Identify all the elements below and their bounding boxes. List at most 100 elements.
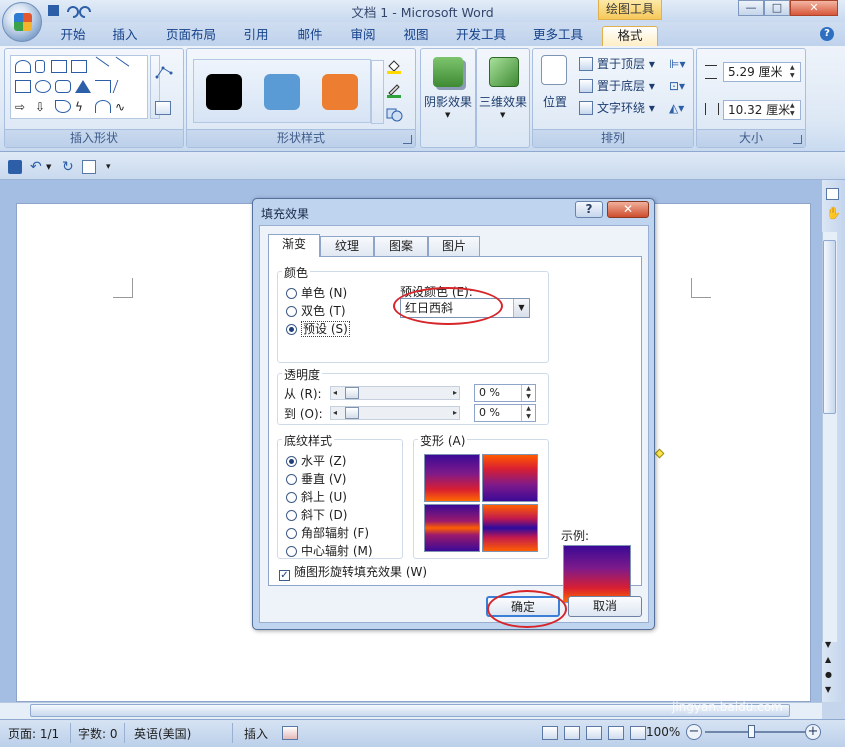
variant-1[interactable] <box>424 454 480 502</box>
word-count[interactable]: 字数: 0 <box>78 725 118 742</box>
shape-height-input[interactable]: 5.29 厘米 ▲ ▼ <box>723 62 801 82</box>
tab-texture[interactable]: 纹理 <box>320 236 374 256</box>
dialog-help-button[interactable]: ? <box>575 201 603 218</box>
tab-page-layout[interactable]: 页面布局 <box>160 26 222 46</box>
zoom-level[interactable]: 100% <box>646 725 680 739</box>
position-button[interactable]: 位置 <box>537 93 573 110</box>
shape-fill-icon[interactable] <box>385 57 403 75</box>
scroll-down-arrow-icon[interactable]: ▼ <box>825 640 831 649</box>
page-count[interactable]: 页面: 1/1 <box>8 725 59 742</box>
style-gallery-scroll[interactable] <box>371 60 384 124</box>
outline-view-icon[interactable] <box>608 726 624 740</box>
elbow-connector-icon[interactable] <box>95 80 111 93</box>
change-shape-icon[interactable] <box>385 105 403 123</box>
radio-two-colors[interactable]: 双色 (T) <box>286 302 346 319</box>
tab-developer[interactable]: 开发工具 <box>450 26 512 46</box>
align-icon[interactable]: ⊫▾ <box>669 57 685 71</box>
tab-more-tools[interactable]: 更多工具 <box>528 26 588 46</box>
curve-shape-icon[interactable]: ∿ <box>115 100 131 114</box>
save-icon[interactable] <box>8 160 22 174</box>
oval-shape-icon[interactable] <box>35 80 51 93</box>
tab-home[interactable]: 开始 <box>56 26 90 46</box>
can-shape-icon[interactable] <box>35 60 45 73</box>
ruler-toggle-icon[interactable] <box>826 188 839 200</box>
rotate-with-shape-checkbox[interactable]: ✓ 随图形旋转填充效果 (W) <box>279 563 427 581</box>
3d-dropdown-arrow-icon[interactable]: ▼ <box>500 111 505 119</box>
transparency-from-slider[interactable]: ◂ ▸ <box>330 386 460 400</box>
edit-points-icon[interactable] <box>155 65 175 79</box>
arc-shape-icon[interactable] <box>95 100 111 113</box>
from-slider-thumb[interactable] <box>345 387 359 399</box>
draft-view-icon[interactable] <box>630 726 646 740</box>
save-icon[interactable] <box>48 5 59 16</box>
shadow-effects-icon[interactable] <box>433 57 463 87</box>
tab-view[interactable]: 视图 <box>398 26 434 46</box>
radio-preset[interactable]: 预设 (S) <box>286 320 350 337</box>
tab-gradient[interactable]: 渐变 <box>268 234 320 257</box>
minimize-button[interactable]: — <box>738 0 764 16</box>
variant-4[interactable] <box>482 504 538 552</box>
variant-3[interactable] <box>424 504 480 552</box>
variant-2[interactable] <box>482 454 538 502</box>
print-preview-icon[interactable] <box>82 160 96 174</box>
zoom-in-icon[interactable]: + <box>805 724 821 740</box>
line-shape-icon[interactable] <box>88 56 110 77</box>
zoom-out-icon[interactable]: − <box>686 724 702 740</box>
right-arrow-shape-icon[interactable]: ⇨ <box>15 100 31 114</box>
shape-style-gallery[interactable] <box>193 59 384 124</box>
position-icon[interactable] <box>541 55 567 85</box>
close-window-button[interactable]: ✕ <box>790 0 838 16</box>
web-layout-view-icon[interactable] <box>586 726 602 740</box>
shape-styles-launcher[interactable] <box>403 135 412 144</box>
previous-page-icon[interactable]: ▲ <box>825 655 831 664</box>
send-to-back-button[interactable]: 置于底层 ▾ <box>579 77 655 94</box>
tab-picture[interactable]: 图片 <box>428 236 480 256</box>
group-objects-icon[interactable]: ⊡▾ <box>669 79 685 93</box>
customize-qat-icon[interactable]: ▾ <box>106 160 120 174</box>
next-page-icon[interactable]: ▼ <box>825 685 831 694</box>
full-screen-reading-icon[interactable] <box>564 726 580 740</box>
macro-record-icon[interactable] <box>282 726 298 740</box>
radio-horizontal[interactable]: 水平 (Z) <box>286 452 346 469</box>
arrow-line-shape-icon[interactable] <box>108 56 130 77</box>
bring-to-front-button[interactable]: 置于顶层 ▾ <box>579 55 655 72</box>
down-arrow-shape-icon[interactable]: ⇩ <box>35 100 51 114</box>
transparency-from-input[interactable]: 0 % ▲ ▼ <box>474 384 536 402</box>
radio-one-color[interactable]: 单色 (N) <box>286 284 347 301</box>
radio-diagonal-down[interactable]: 斜下 (D) <box>286 506 347 523</box>
tab-mailings[interactable]: 邮件 <box>292 26 328 46</box>
undo-dropdown-icon[interactable]: ▼ <box>46 160 60 174</box>
shape-gallery[interactable]: ⇨ ⇩ ϟ ∿ <box>10 55 148 119</box>
tab-references[interactable]: 引用 <box>238 26 274 46</box>
office-button[interactable] <box>2 2 42 42</box>
rectangle-shape-icon[interactable] <box>15 80 31 93</box>
transparency-to-slider[interactable]: ◂ ▸ <box>330 406 460 420</box>
help-icon[interactable]: ? <box>820 27 834 41</box>
hand-tool-icon[interactable]: ✋ <box>826 206 841 220</box>
redo-icon[interactable]: ↻ <box>62 160 76 174</box>
vertical-text-box-icon[interactable] <box>71 60 87 73</box>
tab-pattern[interactable]: 图案 <box>374 236 428 256</box>
transparency-to-input[interactable]: 0 % ▲ ▼ <box>474 404 536 422</box>
style-swatch-blue[interactable] <box>264 74 300 110</box>
size-launcher[interactable] <box>793 135 802 144</box>
redo-icon[interactable] <box>79 6 91 18</box>
rounded-rectangle-icon[interactable] <box>55 80 71 93</box>
radio-from-center[interactable]: 中心辐射 (M) <box>286 542 373 559</box>
maximize-button[interactable]: □ <box>764 0 790 16</box>
tab-review[interactable]: 审阅 <box>345 26 381 46</box>
3d-effects-button[interactable]: 三维效果 <box>477 93 529 110</box>
style-swatch-black[interactable] <box>206 74 242 110</box>
radio-from-corner[interactable]: 角部辐射 (F) <box>286 524 369 541</box>
radio-diagonal-up[interactable]: 斜上 (U) <box>286 488 347 505</box>
triangle-shape-icon[interactable] <box>75 80 91 93</box>
text-box-icon[interactable] <box>155 101 171 115</box>
tab-insert[interactable]: 插入 <box>108 26 142 46</box>
text-box-shape-icon[interactable] <box>51 60 67 73</box>
zoom-slider-thumb[interactable] <box>748 725 755 738</box>
text-wrap-button[interactable]: 文字环绕 ▾ <box>579 99 655 116</box>
dialog-close-button[interactable]: ✕ <box>607 201 649 218</box>
cancel-button[interactable]: 取消 <box>568 596 642 617</box>
shape-outline-icon[interactable] <box>385 81 403 99</box>
print-layout-view-icon[interactable] <box>542 726 558 740</box>
